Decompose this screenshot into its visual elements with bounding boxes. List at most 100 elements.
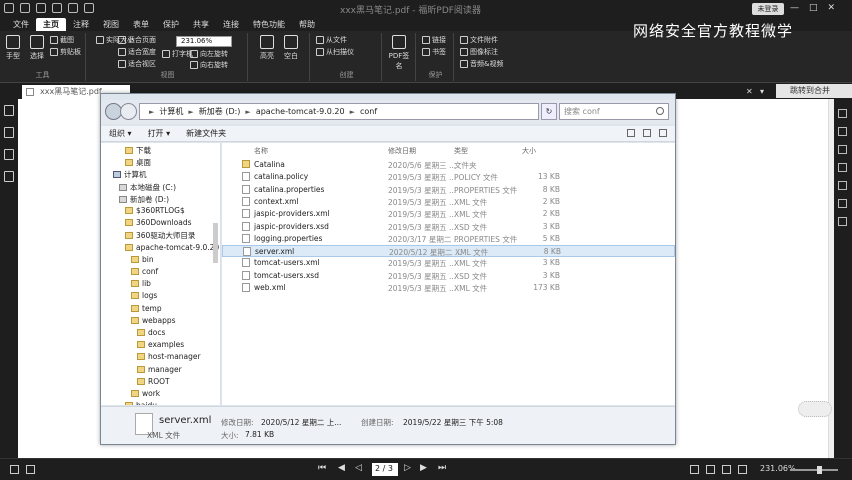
open-button[interactable]: 打开 ▾	[140, 128, 179, 139]
nav-item[interactable]: 360驱动大师目录	[125, 230, 195, 241]
from-scanner-button[interactable]: 从扫描仪	[316, 47, 354, 57]
search-input[interactable]: 搜索 conf	[559, 103, 669, 120]
tab-share[interactable]: 共享	[186, 18, 216, 31]
tab-connect[interactable]: 连接	[216, 18, 246, 31]
nav-item[interactable]: conf	[131, 267, 158, 276]
continuous-page-icon[interactable]	[26, 465, 35, 474]
column-header-date[interactable]: 修改日期	[388, 146, 416, 156]
new-folder-button[interactable]: 新建文件夹	[178, 128, 234, 139]
panel-tool-icon[interactable]	[838, 145, 847, 154]
rotate-right-button[interactable]: 向右旋转	[190, 60, 228, 70]
layout-icon[interactable]	[722, 465, 731, 474]
attachments-panel-icon[interactable]	[4, 171, 14, 182]
file-row[interactable]: Catalina 2020/5/6 星期三 ... 文件夹	[222, 159, 675, 171]
refresh-button[interactable]: ↻	[541, 103, 557, 120]
redo-icon[interactable]	[84, 3, 94, 13]
search-icon[interactable]	[656, 107, 664, 115]
view-icon[interactable]	[627, 129, 635, 137]
nav-item[interactable]: logs	[131, 291, 157, 300]
open-icon[interactable]	[20, 3, 30, 13]
file-attach-button[interactable]: 文件附件	[460, 35, 498, 45]
tab-form[interactable]: 表单	[126, 18, 156, 31]
tab-protect[interactable]: 保护	[156, 18, 186, 31]
forward-button[interactable]	[120, 103, 137, 120]
tab-help[interactable]: 帮助	[292, 18, 322, 31]
combine-button[interactable]: 跳转到合并	[776, 84, 852, 98]
blank-button[interactable]: 空白	[280, 35, 302, 61]
nav-item[interactable]: docs	[137, 328, 165, 337]
minimize-icon[interactable]: —	[790, 3, 799, 13]
panel-tool-icon[interactable]	[838, 217, 847, 226]
preview-pane-icon[interactable]	[643, 129, 651, 137]
last-page-icon[interactable]: ⏭	[438, 463, 446, 473]
file-row[interactable]: server.xml 2020/5/12 星期二 ... XML 文件 8 KB	[222, 245, 675, 258]
nav-item[interactable]: baidu	[125, 401, 157, 405]
file-row[interactable]: tomcat-users.xml 2019/5/3 星期五 ... XML 文件 3 …	[222, 257, 675, 269]
nav-item[interactable]: 360Downloads	[125, 218, 192, 227]
rotate-left-button[interactable]: 向左旋转	[190, 49, 228, 59]
nav-item[interactable]: work	[131, 389, 160, 398]
file-row[interactable]: jaspic-providers.xsd 2019/5/3 星期五 ... XSD …	[222, 221, 675, 233]
print-icon[interactable]	[52, 3, 62, 13]
snapshot-button[interactable]: 截图	[50, 35, 74, 45]
document-page[interactable]: ► 计算机 ► 新加卷 (D:) ► apache-tomcat-9.0.20 …	[18, 93, 834, 458]
page-number-input[interactable]: 2 / 3	[372, 463, 398, 476]
nav-item[interactable]: 桌面	[125, 157, 151, 168]
pdf-sign-button[interactable]: PDF签名	[388, 35, 410, 71]
image-annot-button[interactable]: 图像标注	[460, 47, 498, 57]
login-button[interactable]: 未登录	[752, 3, 784, 15]
breadcrumb-item[interactable]: apache-tomcat-9.0.20	[256, 107, 345, 116]
fit-width-button[interactable]: 适合宽度	[118, 47, 156, 57]
tab-view[interactable]: 视图	[96, 18, 126, 31]
breadcrumb-item[interactable]: conf	[360, 107, 377, 116]
nav-item[interactable]: temp	[131, 304, 162, 313]
nav-item[interactable]: ROOT	[137, 377, 170, 386]
tab-home[interactable]: 主页	[36, 18, 66, 31]
tab-close-icon[interactable]: ✕	[746, 87, 753, 96]
layout-icon[interactable]	[690, 465, 699, 474]
next-page-icon[interactable]: ▶	[420, 463, 427, 473]
breadcrumb-item[interactable]: 计算机	[159, 106, 183, 117]
panel-tool-icon[interactable]	[838, 109, 847, 118]
panel-tool-icon[interactable]	[838, 199, 847, 208]
link-button[interactable]: 链接	[422, 35, 446, 45]
fit-visible-button[interactable]: 适合视区	[118, 59, 156, 69]
panel-tool-icon[interactable]	[838, 127, 847, 136]
audio-video-button[interactable]: 音频&视频	[460, 59, 503, 69]
nav-item[interactable]: 计算机	[113, 169, 147, 180]
layout-icon[interactable]	[706, 465, 715, 474]
column-header-name[interactable]: 名称	[254, 146, 268, 156]
organize-button[interactable]: 组织 ▾	[101, 128, 140, 139]
typewriter-button[interactable]: 打字机	[162, 49, 193, 59]
prev-view-icon[interactable]: ◁	[355, 463, 362, 473]
single-page-icon[interactable]	[10, 465, 19, 474]
app-logo-icon[interactable]	[4, 3, 14, 13]
breadcrumb-item[interactable]: 新加卷 (D:)	[199, 106, 241, 117]
bookmark-button[interactable]: 书签	[422, 47, 446, 57]
fit-page-button[interactable]: 适合页面	[118, 35, 156, 45]
nav-item[interactable]: apache-tomcat-9.0.20	[125, 243, 219, 252]
nav-item[interactable]: examples	[137, 340, 184, 349]
maximize-icon[interactable]: □	[809, 3, 818, 13]
zoom-input[interactable]: 231.06%	[176, 36, 232, 47]
address-bar[interactable]: ► 计算机 ► 新加卷 (D:) ► apache-tomcat-9.0.20 …	[139, 103, 539, 120]
clipboard-button[interactable]: 剪贴板	[50, 47, 81, 57]
file-row[interactable]: catalina.properties 2019/5/3 星期五 ... PROPE…	[222, 184, 675, 196]
prev-page-icon[interactable]: ◀	[338, 463, 345, 473]
file-row[interactable]: logging.properties 2020/3/17 星期二 ... PROPE…	[222, 233, 675, 245]
next-view-icon[interactable]: ▷	[404, 463, 411, 473]
column-header-size[interactable]: 大小	[522, 146, 536, 156]
file-row[interactable]: jaspic-providers.xml 2019/5/3 星期五 ... XML …	[222, 208, 675, 220]
panel-tool-icon[interactable]	[838, 163, 847, 172]
tab-features[interactable]: 特色功能	[246, 18, 292, 31]
nav-item[interactable]: host-manager	[137, 352, 201, 361]
zoom-slider-handle[interactable]	[817, 466, 822, 474]
file-row[interactable]: tomcat-users.xsd 2019/5/3 星期五 ... XSD 文件 3 …	[222, 270, 675, 282]
tab-file[interactable]: 文件	[6, 18, 36, 31]
nav-item[interactable]: 下载	[125, 145, 151, 156]
layout-icon[interactable]	[738, 465, 747, 474]
nav-item[interactable]: webapps	[131, 316, 176, 325]
nav-scrollbar[interactable]	[213, 223, 218, 263]
panel-tool-icon[interactable]	[838, 181, 847, 190]
layers-panel-icon[interactable]	[4, 149, 14, 160]
